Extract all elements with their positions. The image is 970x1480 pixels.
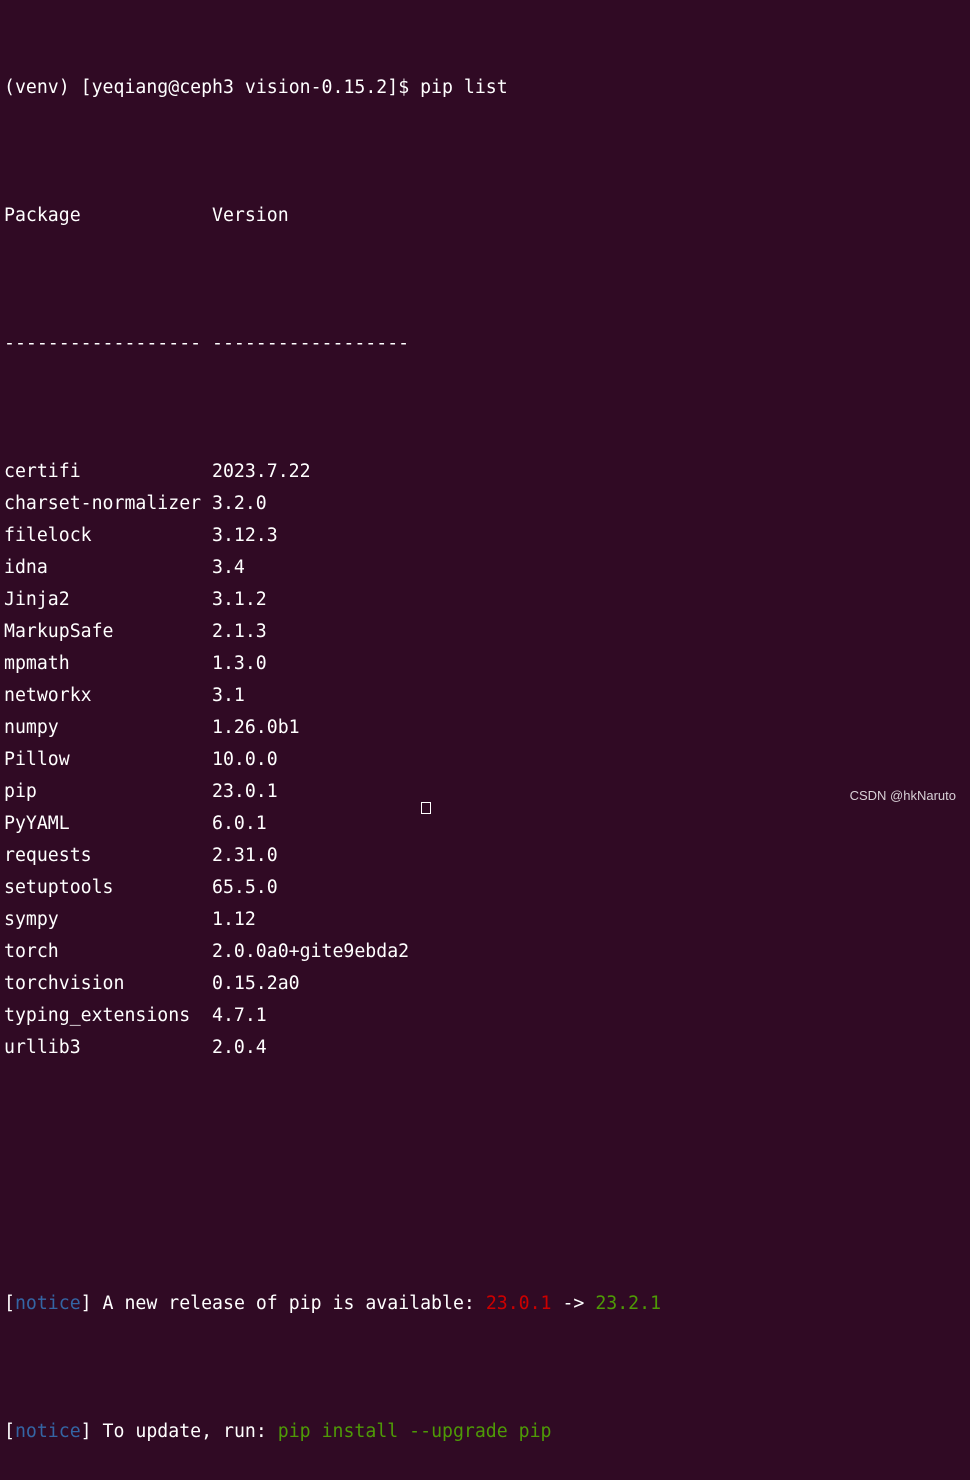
package-name: MarkupSafe [4, 621, 114, 642]
package-row: urllib3 2.0.4 [4, 1032, 970, 1064]
package-version: 1.12 [212, 909, 256, 930]
package-name: networkx [4, 685, 92, 706]
package-row: sympy 1.12 [4, 904, 970, 936]
separator-package: ------------------ [4, 333, 202, 354]
package-version: 1.26.0b1 [212, 717, 300, 738]
package-name: mpmath [4, 653, 70, 674]
package-version: 2.0.0a0+gite9ebda2 [212, 941, 410, 962]
notice-bracket-open: [ [4, 1421, 15, 1442]
notice-new-release-line: [notice] A new release of pip is availab… [4, 1288, 970, 1320]
package-version: 2.31.0 [212, 845, 278, 866]
package-version: 23.0.1 [212, 781, 278, 802]
package-row: setuptools 65.5.0 [4, 872, 970, 904]
terminal-output[interactable]: (venv) [yeqiang@ceph3 vision-0.15.2]$ pi… [4, 8, 970, 1442]
package-version: 4.7.1 [212, 1005, 267, 1026]
package-row: torch 2.0.0a0+gite9ebda2 [4, 936, 970, 968]
latest-pip-version: 23.2.1 [595, 1293, 662, 1314]
watermark: CSDN @hkNaruto [849, 788, 956, 803]
package-name: typing_extensions [4, 1005, 191, 1026]
current-pip-version: 23.0.1 [485, 1293, 552, 1314]
package-version: 3.1.2 [212, 589, 267, 610]
package-row: mpmath 1.3.0 [4, 648, 970, 680]
package-row: Pillow 10.0.0 [4, 744, 970, 776]
terminal-cursor [421, 802, 431, 814]
package-version: 3.12.3 [212, 525, 278, 546]
package-name: requests [4, 845, 92, 866]
package-row: idna 3.4 [4, 552, 970, 584]
notice-update-line: [notice] To update, run: pip install --u… [4, 1416, 970, 1448]
separator-version: ------------------ [212, 333, 410, 354]
package-row: charset-normalizer 3.2.0 [4, 488, 970, 520]
notice-bracket-close: ] [80, 1293, 92, 1314]
package-row: filelock 3.12.3 [4, 520, 970, 552]
shell-prompt-line: (venv) [yeqiang@ceph3 vision-0.15.2]$ pi… [4, 77, 508, 98]
package-row: numpy 1.26.0b1 [4, 712, 970, 744]
header-package: Package [4, 205, 81, 226]
package-name: idna [4, 557, 48, 578]
package-version: 0.15.2a0 [212, 973, 300, 994]
notice-message: A new release of pip is available: [91, 1293, 486, 1314]
package-name: Pillow [4, 749, 70, 770]
package-name: Jinja2 [4, 589, 70, 610]
package-row: requests 2.31.0 [4, 840, 970, 872]
notice-message: To update, run: [91, 1421, 278, 1442]
package-version: 65.5.0 [212, 877, 278, 898]
package-version: 3.1 [212, 685, 245, 706]
package-name: pip [4, 781, 37, 802]
package-row: MarkupSafe 2.1.3 [4, 616, 970, 648]
package-name: charset-normalizer [4, 493, 202, 514]
package-name: torch [4, 941, 59, 962]
version-arrow: -> [551, 1293, 596, 1314]
notice-tag: notice [14, 1421, 81, 1442]
package-name: certifi [4, 461, 81, 482]
package-row: networkx 3.1 [4, 680, 970, 712]
notice-tag: notice [14, 1293, 81, 1314]
package-name: PyYAML [4, 813, 70, 834]
package-version: 10.0.0 [212, 749, 278, 770]
package-name: urllib3 [4, 1037, 81, 1058]
package-row: pip 23.0.1 [4, 776, 970, 808]
header-version: Version [212, 205, 289, 226]
table-header-row: Package Version [4, 200, 970, 232]
notice-bracket-close: ] [80, 1421, 92, 1442]
package-version: 6.0.1 [212, 813, 267, 834]
package-version: 1.3.0 [212, 653, 267, 674]
package-version: 2.1.3 [212, 621, 267, 642]
package-list: certifi 2023.7.22 charset-normalizer 3.2.0 f… [4, 456, 970, 1064]
package-row: torchvision 0.15.2a0 [4, 968, 970, 1000]
package-version: 2023.7.22 [212, 461, 311, 482]
package-version: 3.2.0 [212, 493, 267, 514]
package-version: 2.0.4 [212, 1037, 267, 1058]
package-name: numpy [4, 717, 59, 738]
package-row: Jinja2 3.1.2 [4, 584, 970, 616]
notice-bracket-open: [ [4, 1293, 15, 1314]
upgrade-command: pip install --upgrade pip [277, 1421, 552, 1442]
table-separator-row: ------------------ ------------------ [4, 328, 970, 360]
package-name: torchvision [4, 973, 125, 994]
package-row: PyYAML 6.0.1 [4, 808, 970, 840]
package-name: filelock [4, 525, 92, 546]
package-version: 3.4 [212, 557, 245, 578]
package-row: typing_extensions 4.7.1 [4, 1000, 970, 1032]
package-name: setuptools [4, 877, 114, 898]
package-row: certifi 2023.7.22 [4, 456, 970, 488]
package-name: sympy [4, 909, 59, 930]
